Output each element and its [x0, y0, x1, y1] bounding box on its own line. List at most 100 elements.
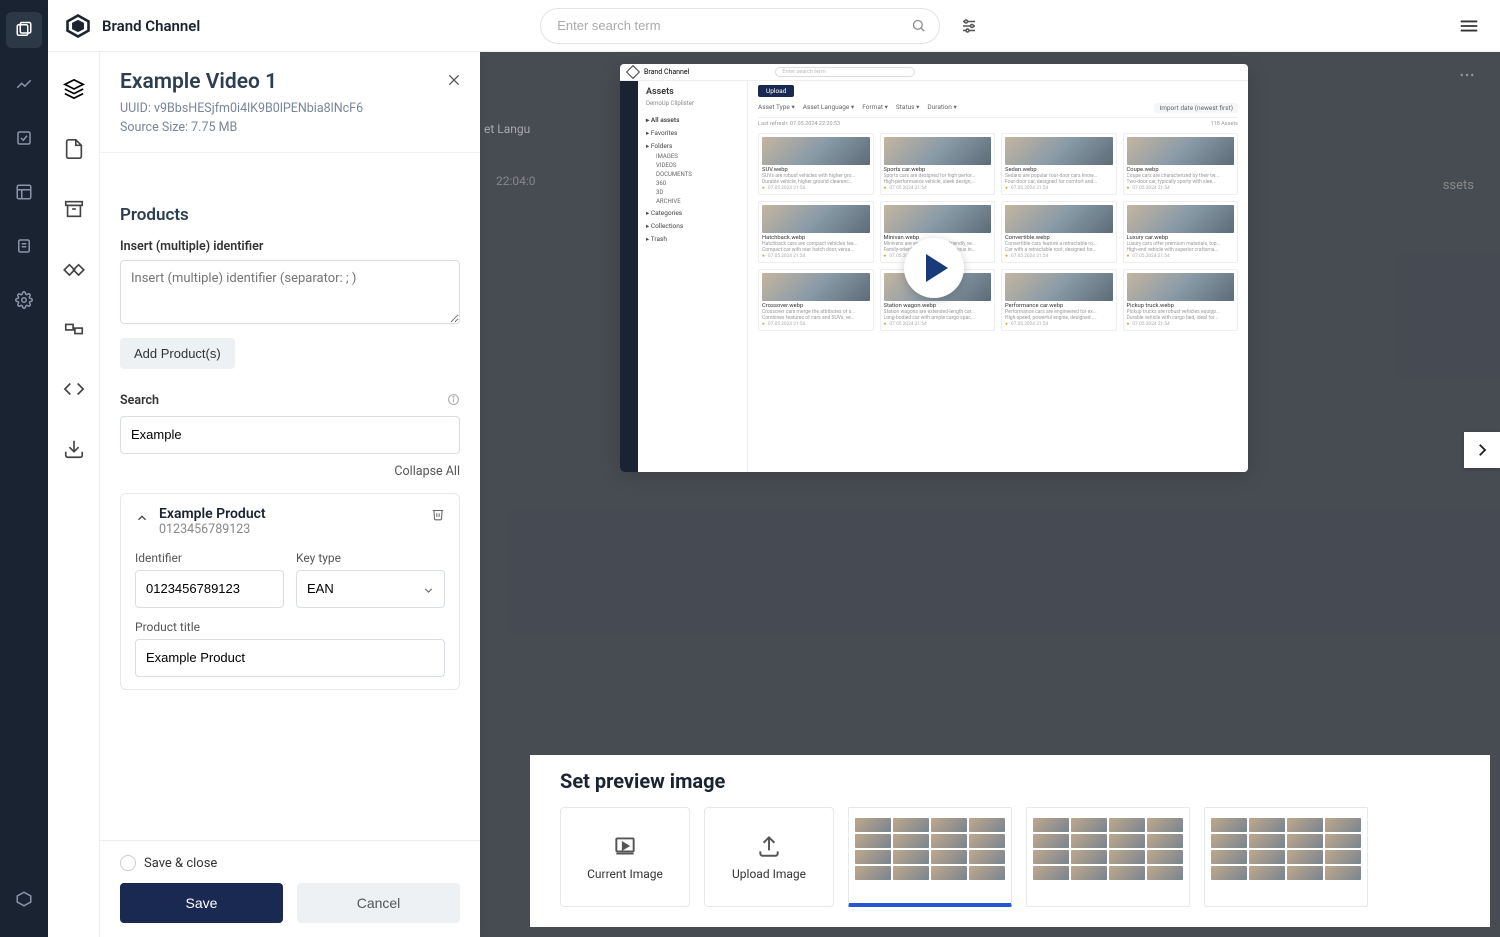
mini-topbar: Brand Channel Enter search term: [620, 64, 1248, 81]
products-heading: Products: [120, 205, 460, 225]
rail-brand-icon[interactable]: [6, 881, 42, 917]
product-card: Example Product 0123456789123 Identifier…: [120, 493, 460, 690]
mini-demo: DemoUp Cliplister: [646, 100, 739, 107]
play-button[interactable]: [904, 238, 964, 298]
rail-templates-icon[interactable]: [6, 174, 42, 210]
ghost-text: 22:04:0: [496, 174, 536, 188]
mini-logo-icon: [626, 65, 640, 79]
filter-icon[interactable]: [954, 11, 984, 41]
collapse-all-link[interactable]: Collapse All: [120, 464, 460, 479]
mini-rail: [620, 81, 638, 472]
ghost-text: et Langu: [484, 122, 530, 136]
mini-card: SUV.webpSUVs are robust vehicles with hi…: [758, 133, 874, 195]
rail-analytics-icon[interactable]: [6, 66, 42, 102]
search-icon[interactable]: [900, 8, 936, 44]
play-icon: [926, 254, 948, 282]
preview-thumb-1[interactable]: [848, 807, 1012, 907]
tab-archive-icon[interactable]: [56, 188, 92, 230]
product-id: 0123456789123: [159, 522, 266, 537]
panel-title: Example Video 1: [120, 70, 460, 94]
identifier-field[interactable]: [135, 570, 284, 608]
search-wrap: [540, 8, 984, 44]
image-icon: [612, 833, 638, 859]
upload-icon: [756, 833, 782, 859]
mini-side-item: ▸ All assets: [646, 113, 739, 126]
panel-size: Source Size: 7.75 MB: [120, 119, 460, 138]
mini-folder-item: VIDEOS: [646, 161, 739, 170]
upload-image-tile[interactable]: Upload Image: [704, 807, 834, 907]
brand-logo-icon: [64, 12, 92, 40]
mini-filters: Asset Type ▾Asset Language ▾Format ▾Stat…: [758, 103, 1238, 118]
panel-uuid: UUID: v9BbsHESjfm0i4lK9B0lPENbia8lNcF6: [120, 100, 460, 119]
mini-assets-h: Assets: [646, 87, 739, 97]
topbar: Brand Channel: [48, 0, 1500, 52]
spi-title: Set preview image: [560, 769, 725, 793]
spi-row: Current Image Upload Image: [560, 807, 1480, 907]
mini-grid: SUV.webpSUVs are robust vehicles with hi…: [758, 133, 1238, 331]
nav-right-button[interactable]: [1464, 432, 1500, 468]
mini-folder-item: IMAGES: [646, 152, 739, 161]
add-products-button[interactable]: Add Product(s): [120, 338, 235, 369]
menu-icon[interactable]: [1454, 11, 1484, 41]
tab-code-icon[interactable]: [56, 368, 92, 410]
mini-card: Performance car.webpPerformance cars are…: [1001, 269, 1117, 331]
rail-forms-icon[interactable]: [6, 228, 42, 264]
mini-folder-item: DOCUMENTS: [646, 170, 739, 179]
mini-side-item: ▸ Folders: [646, 139, 739, 152]
upload-image-label: Upload Image: [732, 867, 806, 881]
save-button[interactable]: Save: [120, 883, 283, 923]
identifier-label: Insert (multiple) identifier: [120, 239, 460, 254]
search-field[interactable]: [120, 416, 460, 454]
panel-footer: Save & close Save Cancel: [100, 840, 480, 937]
tab-share-icon[interactable]: [56, 308, 92, 350]
search-input[interactable]: [540, 8, 940, 44]
save-close-toggle[interactable]: Save & close: [120, 855, 460, 871]
mini-search: Enter search term: [775, 67, 915, 77]
preview-thumb-3[interactable]: [1204, 807, 1368, 907]
trash-icon[interactable]: [431, 506, 445, 525]
current-image-label: Current Image: [587, 867, 663, 881]
tab-download-icon[interactable]: [56, 428, 92, 470]
mini-count: 118 Assets: [1211, 121, 1238, 127]
mini-card: Luxury car.webpLuxury cars offer premium…: [1123, 201, 1239, 263]
preview-thumb-2[interactable]: [1026, 807, 1190, 907]
product-title-label: Product title: [135, 620, 445, 634]
side-panel: Example Video 1 UUID: v9BbsHESjfm0i4lK9B…: [100, 52, 480, 937]
tab-layers-icon[interactable]: [56, 68, 92, 110]
rail-assets-icon[interactable]: [6, 12, 42, 48]
rail-settings-icon[interactable]: [6, 282, 42, 318]
product-header: Example Product 0123456789123: [135, 506, 445, 537]
panel-header: Example Video 1 UUID: v9BbsHESjfm0i4lK9B…: [100, 52, 480, 153]
chevron-up-icon[interactable]: [135, 506, 149, 529]
save-close-label: Save & close: [144, 856, 217, 871]
current-image-tile[interactable]: Current Image: [560, 807, 690, 907]
mini-side-item: ▸ Trash: [646, 232, 739, 245]
mini-main: Upload Asset Type ▾Asset Language ▾Forma…: [748, 81, 1248, 472]
info-icon: [447, 391, 460, 410]
mini-card: Convertible.webpConvertible cars feature…: [1001, 201, 1117, 263]
identifier-textarea[interactable]: [120, 260, 460, 324]
mini-refresh: Last refresh: 07.05.2024 22:20:53: [758, 121, 840, 127]
set-preview-section: Set preview image Current Image Upload I…: [560, 769, 1480, 907]
mini-sidebar: Assets DemoUp Cliplister ▸ All assets ▸ F…: [638, 81, 748, 472]
close-icon[interactable]: [446, 72, 462, 92]
keytype-select[interactable]: EAN: [296, 570, 445, 608]
product-title-field[interactable]: [135, 639, 445, 677]
mini-side-item: ▸ Collections: [646, 219, 739, 232]
icon-column: [48, 52, 100, 937]
cancel-button[interactable]: Cancel: [297, 883, 460, 923]
mini-card: Sedan.webpSedans are popular four-door c…: [1001, 133, 1117, 195]
panel-body: Products Insert (multiple) identifier Ad…: [100, 153, 480, 841]
mini-folder-item: 3D: [646, 188, 739, 197]
radio-icon: [120, 855, 136, 871]
tab-file-icon[interactable]: [56, 128, 92, 170]
mini-upload-btn: Upload: [758, 85, 794, 97]
ghost-text: ssets: [1443, 178, 1474, 193]
keytype-label: Key type: [296, 551, 445, 565]
rail-tasks-icon[interactable]: [6, 120, 42, 156]
more-icon[interactable]: [1458, 66, 1476, 88]
mini-card: Crossover.webpCrossover cars merge the a…: [758, 269, 874, 331]
tab-link-icon[interactable]: [56, 248, 92, 290]
mini-import: Import date (newest first): [1154, 103, 1238, 113]
product-name: Example Product: [159, 506, 266, 522]
